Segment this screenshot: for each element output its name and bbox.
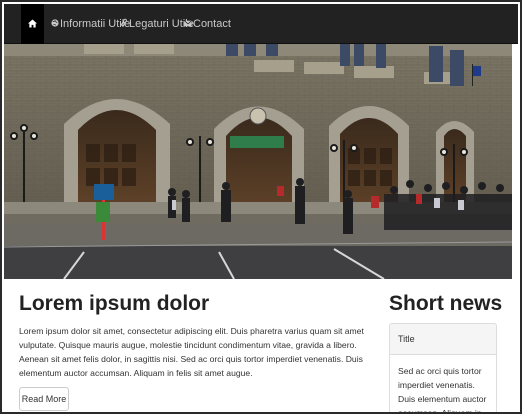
news-panel: Title Sed ac orci quis tortor imperdiet … [389,323,497,414]
navbar: Informatii Utile Legaturi Utile Contact [4,4,518,44]
hero-image [4,44,512,279]
main-paragraph: Lorem ipsum dolor sit amet, consectetur … [19,326,364,378]
news-panel-heading: Title [390,324,496,355]
main-title: Lorem ipsum dolor [19,292,210,315]
home-icon [28,15,37,33]
link-icon [120,18,129,30]
globe-icon [51,18,60,30]
university-building-photo [4,44,512,279]
sidebar-title: Short news [389,292,503,315]
nav-home-button[interactable] [21,4,44,44]
nav-item-legaturi-utile[interactable]: Legaturi Utile [120,4,194,44]
browser-frame: Informatii Utile Legaturi Utile Contact [0,0,522,414]
envelope-icon [184,18,193,30]
news-panel-body: Sed ac orci quis tortor imperdiet venena… [398,366,487,414]
green-banner [230,136,284,148]
nav-item-label: Contact [193,18,231,30]
read-more-button[interactable]: Read More [19,387,69,411]
nav-item-contact[interactable]: Contact [184,4,231,44]
nav-item-informatii-utile[interactable]: Informatii Utile [51,4,130,44]
